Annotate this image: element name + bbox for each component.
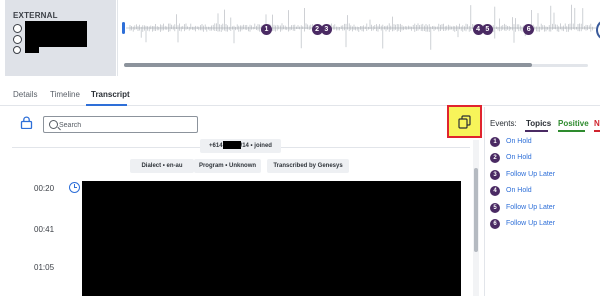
tab-transcript[interactable]: Transcript <box>91 90 130 99</box>
event-number-badge: 3 <box>490 170 500 180</box>
timestamp[interactable]: 00:41 <box>34 225 54 234</box>
tab-bar: Details Timeline Transcript <box>0 86 600 106</box>
joined-suffix: /14 • joined <box>240 143 272 149</box>
waveform-event-marker[interactable]: 3 <box>320 24 332 35</box>
info-icon <box>13 46 21 54</box>
filter-negative[interactable]: N <box>594 119 600 128</box>
event-number-badge: 4 <box>490 186 500 196</box>
filter-positive[interactable]: Positive <box>558 119 589 128</box>
program-chip: Program • Unknown <box>194 159 261 173</box>
event-label[interactable]: On Hold <box>506 154 532 161</box>
redacted-transcript-text <box>82 181 461 296</box>
timestamp[interactable]: 00:20 <box>34 184 54 193</box>
copy-icon <box>458 115 471 129</box>
waveform-panel[interactable]: 123456 <box>117 0 600 76</box>
joined-prefix: +614 <box>209 143 223 149</box>
transcribed-by-chip: Transcribed by Genesys <box>267 159 349 173</box>
redacted-phone-digits <box>222 141 241 150</box>
playhead-handle[interactable] <box>122 22 125 34</box>
transcript-scroll-thumb[interactable] <box>474 168 478 252</box>
participant-label: EXTERNAL <box>13 11 58 20</box>
search-box[interactable] <box>43 116 198 133</box>
event-label[interactable]: Follow Up Later <box>506 220 555 227</box>
copy-transcript-button[interactable] <box>447 105 482 138</box>
phone-icon <box>13 35 22 44</box>
event-number-badge: 6 <box>490 219 500 229</box>
active-tab-indicator <box>86 104 127 106</box>
events-divider <box>484 107 485 296</box>
timestamp[interactable]: 01:05 <box>34 263 54 272</box>
redacted-participant-name <box>25 21 87 47</box>
redacted-participant-detail <box>25 47 39 53</box>
tab-timeline[interactable]: Timeline <box>50 90 80 99</box>
participant-joined-chip: +614/14 • joined <box>200 139 281 153</box>
waveform-event-marker[interactable]: 1 <box>261 24 272 35</box>
tab-details[interactable]: Details <box>13 90 37 99</box>
events-label: Events: <box>490 119 517 128</box>
event-label[interactable]: On Hold <box>506 138 532 145</box>
event-label[interactable]: Follow Up Later <box>506 171 555 178</box>
event-number-badge: 5 <box>490 203 500 213</box>
filter-topics[interactable]: Topics <box>526 119 551 128</box>
waveform-scroll-thumb[interactable] <box>124 63 532 67</box>
dialect-chip: Dialect • en-au <box>130 159 194 173</box>
participant-panel: EXTERNAL <box>5 0 116 76</box>
clock-icon <box>69 182 80 193</box>
filter-negative-underline <box>594 130 600 132</box>
lock-icon[interactable] <box>20 116 33 129</box>
user-icon <box>13 24 22 33</box>
event-number-badge: 2 <box>490 153 500 163</box>
search-icon <box>49 120 58 129</box>
event-number-badge: 1 <box>490 137 500 147</box>
event-label[interactable]: Follow Up Later <box>506 204 555 211</box>
search-input[interactable] <box>59 119 194 131</box>
edge-circle-icon <box>596 20 600 40</box>
waveform-event-marker[interactable]: 5 <box>481 24 493 35</box>
filter-positive-underline <box>558 130 585 132</box>
event-label[interactable]: On Hold <box>506 187 532 194</box>
filter-topics-underline <box>525 130 548 132</box>
